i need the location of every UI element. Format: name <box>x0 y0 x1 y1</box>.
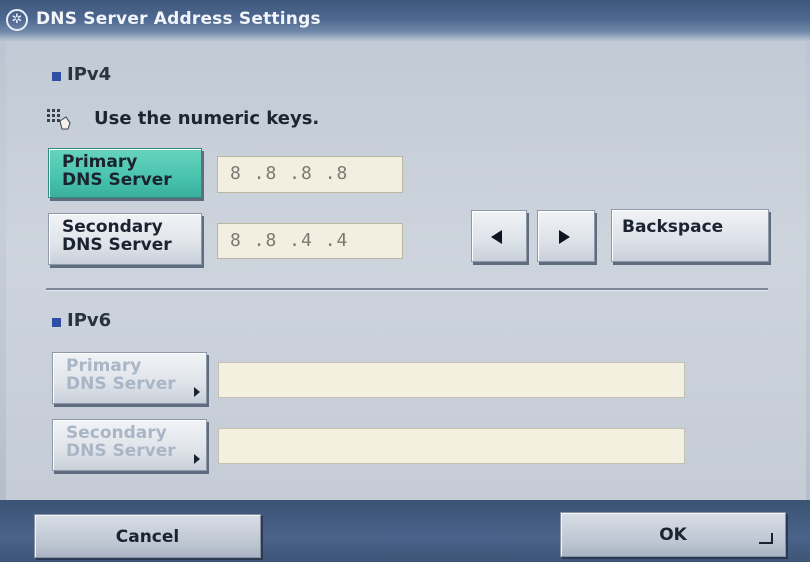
ipv4-primary-dns-label-line1: Primary <box>62 152 138 172</box>
ipv4-secondary-dns-label-line1: Secondary <box>62 217 163 237</box>
cursor-right-button[interactable] <box>537 210 595 262</box>
section-divider <box>46 288 768 291</box>
ipv4-section-label: IPv4 <box>67 64 112 85</box>
window-title: DNS Server Address Settings <box>36 9 321 29</box>
ipv4-hint-text: Use the numeric keys. <box>94 108 320 129</box>
cursor-left-button[interactable] <box>471 210 527 262</box>
ok-button-label: OK <box>659 525 687 545</box>
ipv4-primary-dns-field[interactable]: 8 .8 .8 .8 <box>217 156 403 193</box>
ipv6-secondary-dns-label-line2: DNS Server <box>66 441 176 461</box>
gear-circle-icon: ✲ <box>6 9 28 31</box>
ipv6-primary-dns-label-line2: DNS Server <box>66 374 176 394</box>
chevron-right-icon <box>194 454 200 464</box>
ipv6-section-label: IPv6 <box>67 310 112 331</box>
enter-corner-icon <box>759 533 773 544</box>
ipv4-section-marker <box>52 72 61 81</box>
ipv4-secondary-dns-label-line2: DNS Server <box>62 235 172 255</box>
title-bar: ✲ DNS Server Address Settings <box>0 0 810 42</box>
right-arrow-icon <box>559 230 570 244</box>
ipv6-secondary-dns-button[interactable]: Secondary DNS Server <box>52 419 207 471</box>
ipv6-primary-dns-field[interactable] <box>218 362 685 398</box>
ipv4-primary-dns-button[interactable]: Primary DNS Server <box>48 148 202 198</box>
ok-button[interactable]: OK <box>560 512 786 557</box>
ipv6-secondary-dns-field[interactable] <box>218 428 685 464</box>
ipv4-secondary-dns-field[interactable]: 8 .8 .4 .4 <box>217 223 403 259</box>
ipv6-primary-dns-label-line1: Primary <box>66 356 142 376</box>
ipv6-secondary-dns-label-line1: Secondary <box>66 423 167 443</box>
backspace-button[interactable]: Backspace <box>611 209 769 262</box>
ipv6-primary-dns-button[interactable]: Primary DNS Server <box>52 352 207 404</box>
numeric-keypad-hand-icon <box>47 109 71 130</box>
left-arrow-icon <box>491 230 502 244</box>
ipv6-section-marker <box>52 318 61 327</box>
chevron-right-icon <box>194 387 200 397</box>
ipv4-secondary-dns-button[interactable]: Secondary DNS Server <box>48 213 202 265</box>
ipv4-primary-dns-label-line2: DNS Server <box>62 170 172 190</box>
cancel-button[interactable]: Cancel <box>34 514 261 558</box>
